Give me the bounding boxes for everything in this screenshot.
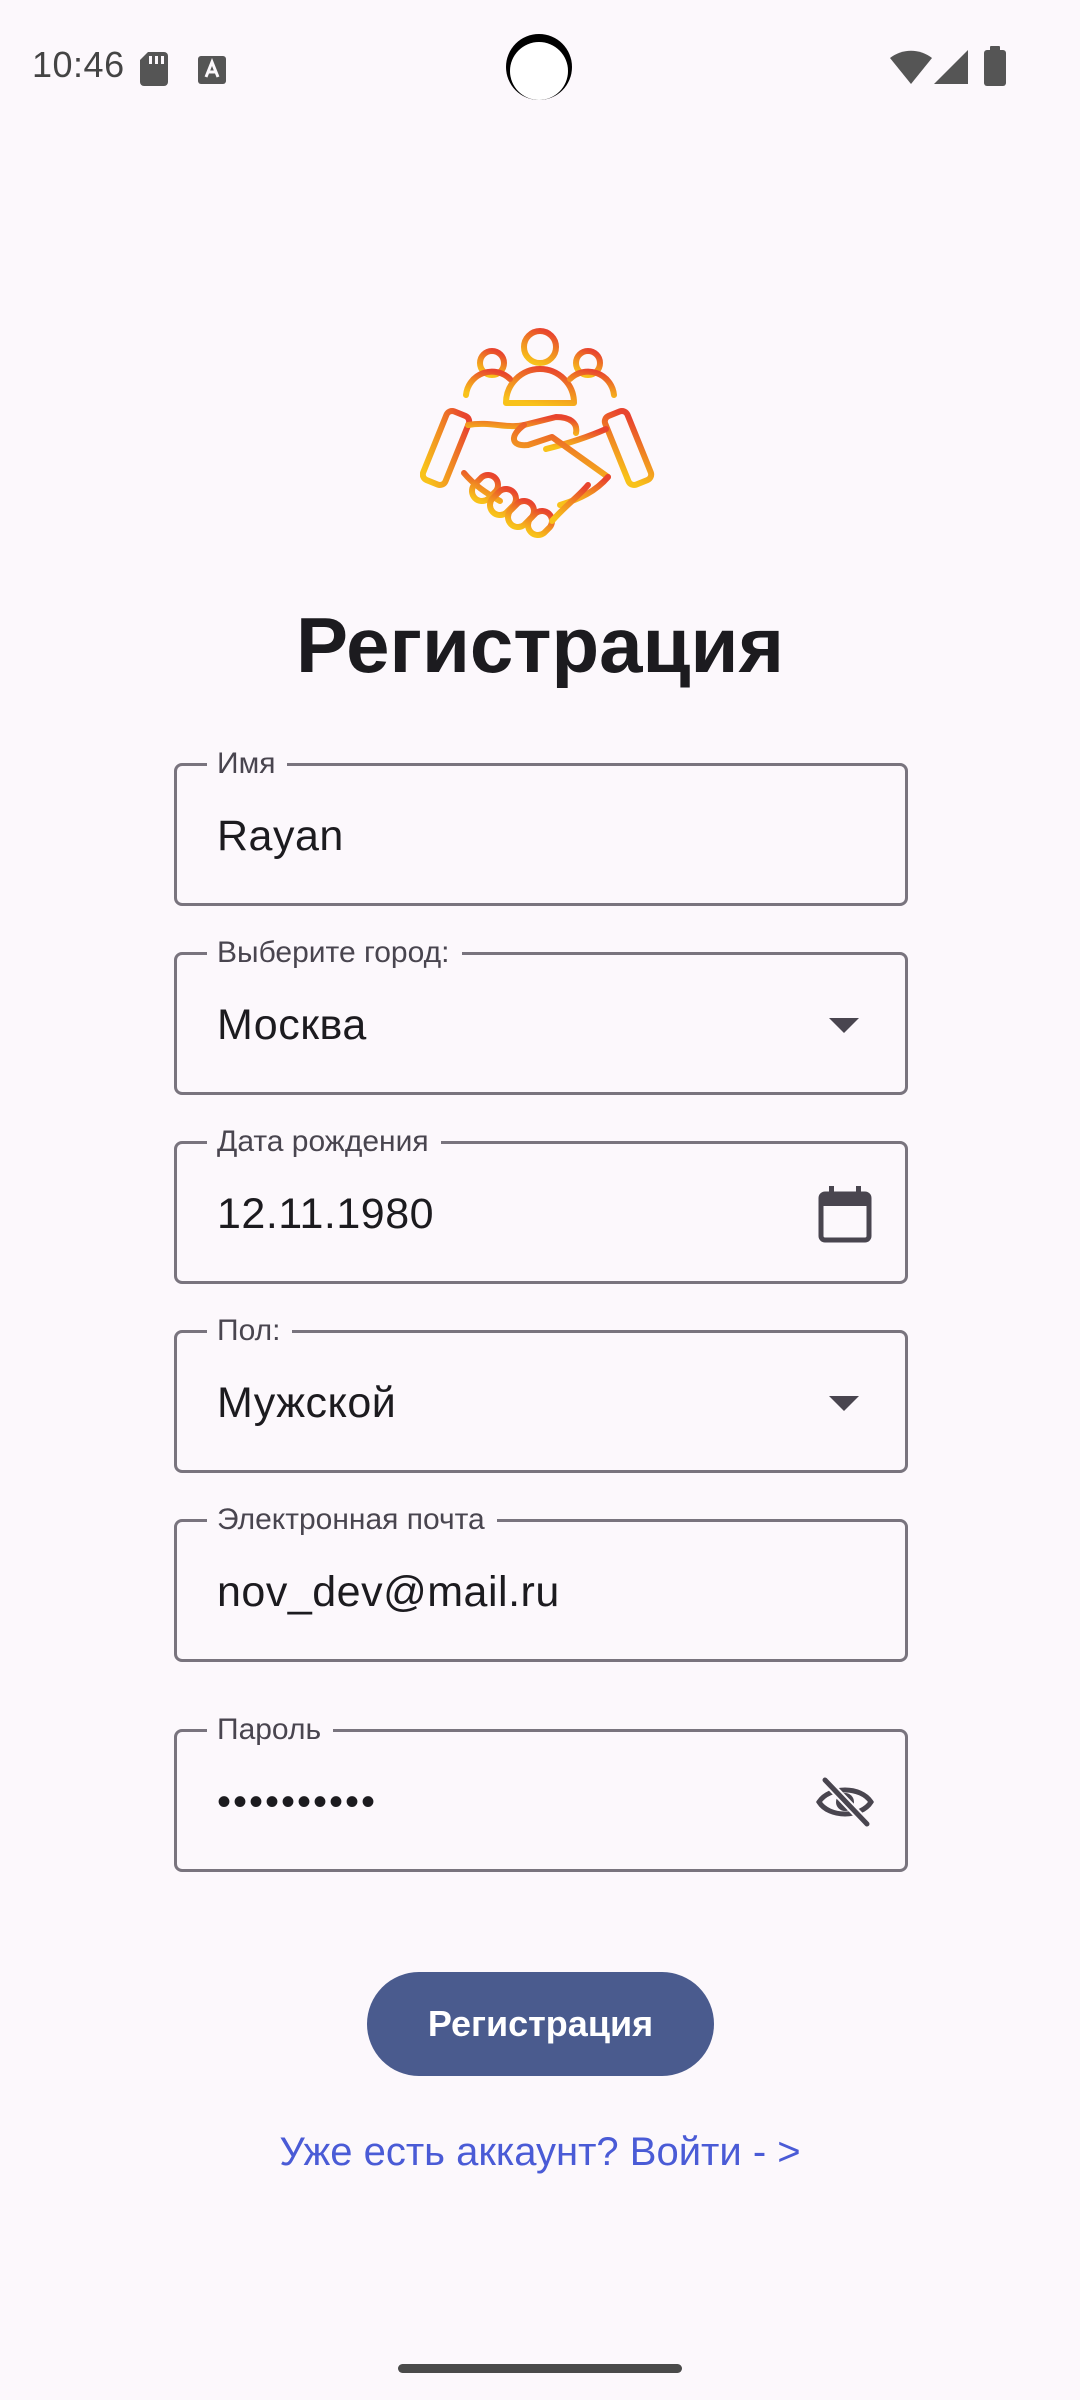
city-select-value[interactable]: Москва: [217, 1001, 367, 1050]
email-field-label: Электронная почта: [207, 1502, 497, 1538]
dropdown-arrow-icon[interactable]: [829, 1018, 859, 1033]
birth-date-value[interactable]: 12.11.1980: [217, 1190, 434, 1239]
city-select-label: Выберите город:: [207, 935, 462, 971]
eye-off-icon[interactable]: [815, 1772, 875, 1832]
name-field-value[interactable]: Rayan: [217, 812, 344, 861]
page-title: Регистрация: [296, 601, 784, 689]
email-field-value[interactable]: nov_dev@mail.ru: [217, 1568, 560, 1617]
wifi-icon: [890, 50, 932, 84]
gender-select-value[interactable]: Мужской: [217, 1379, 396, 1428]
gender-select-label: Пол:: [207, 1313, 293, 1349]
home-indicator[interactable]: [398, 2364, 682, 2373]
password-field-value[interactable]: ••••••••••: [217, 1780, 377, 1825]
password-field-label: Пароль: [207, 1712, 334, 1748]
register-button[interactable]: Регистрация: [367, 1972, 714, 2076]
handshake-people-icon: [420, 328, 655, 538]
status-time: 10:46: [32, 44, 125, 85]
signal-icon: [934, 50, 968, 84]
dropdown-arrow-icon[interactable]: [829, 1396, 859, 1411]
birth-date-label: Дата рождения: [207, 1124, 441, 1160]
password-field[interactable]: Пароль ••••••••••: [174, 1712, 908, 1872]
status-bar: 10:46: [0, 0, 1080, 135]
battery-icon: [984, 46, 1006, 86]
login-link[interactable]: Уже есть аккаунт? Войти - >: [0, 2130, 1080, 2175]
name-field[interactable]: Имя Rayan: [174, 746, 908, 906]
calendar-icon[interactable]: [815, 1184, 875, 1244]
birth-date-field[interactable]: Дата рождения 12.11.1980: [174, 1124, 908, 1284]
camera-cutout: [506, 34, 572, 100]
name-field-label: Имя: [207, 746, 288, 782]
gender-select[interactable]: Пол: Мужской: [174, 1313, 908, 1473]
email-field[interactable]: Электронная почта nov_dev@mail.ru: [174, 1502, 908, 1662]
sd-card-icon: [140, 52, 168, 86]
city-select[interactable]: Выберите город: Москва: [174, 935, 908, 1095]
keyboard-a-icon: [198, 56, 226, 84]
